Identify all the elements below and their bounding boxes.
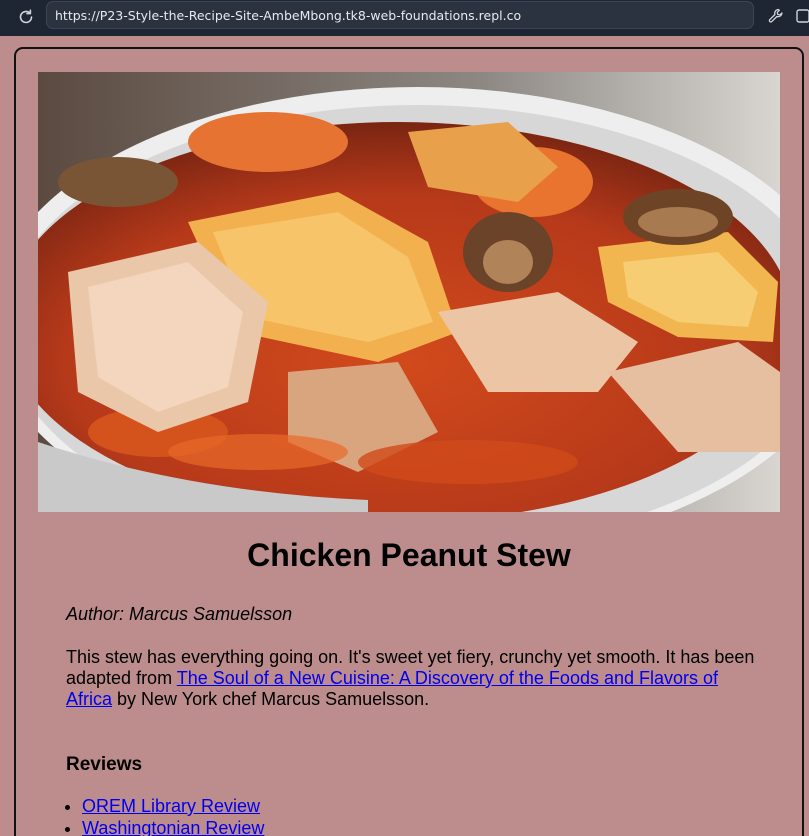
orem-library-review-link[interactable]: OREM Library Review — [82, 796, 260, 816]
page-viewport: Chicken Peanut Stew Author: Marcus Samue… — [0, 36, 809, 836]
washingtonian-review-link[interactable]: Washingtonian Review — [82, 818, 264, 836]
recipe-author: Author: Marcus Samuelsson — [66, 604, 293, 624]
recipe-card: Chicken Peanut Stew Author: Marcus Samue… — [14, 47, 804, 836]
wrench-icon — [768, 8, 783, 23]
review-item: OREM Library Review — [82, 795, 264, 817]
review-item: Washingtonian Review — [82, 817, 264, 836]
page-title: Chicken Peanut Stew — [247, 537, 571, 573]
address-bar[interactable]: https://P23-Style-the-Recipe-Site-AmbeMb… — [46, 1, 754, 29]
recipe-description: This stew has everything going on. It's … — [66, 647, 766, 710]
reload-button[interactable] — [14, 5, 38, 29]
stew-photo — [38, 72, 780, 512]
reviews-heading: Reviews — [66, 754, 143, 775]
reload-icon — [19, 9, 33, 24]
devtools-button[interactable] — [765, 5, 787, 27]
hero-image — [38, 72, 780, 512]
new-tab-icon — [796, 9, 809, 23]
description-text-end: by New York chef Marcus Samuelsson. — [112, 689, 430, 709]
browser-toolbar: https://P23-Style-the-Recipe-Site-AmbeMb… — [0, 0, 809, 36]
reviews-list: OREM Library Review Washingtonian Review — [66, 795, 264, 836]
url-text: https://P23-Style-the-Recipe-Site-AmbeMb… — [55, 7, 522, 23]
open-new-tab-button[interactable] — [792, 5, 809, 27]
